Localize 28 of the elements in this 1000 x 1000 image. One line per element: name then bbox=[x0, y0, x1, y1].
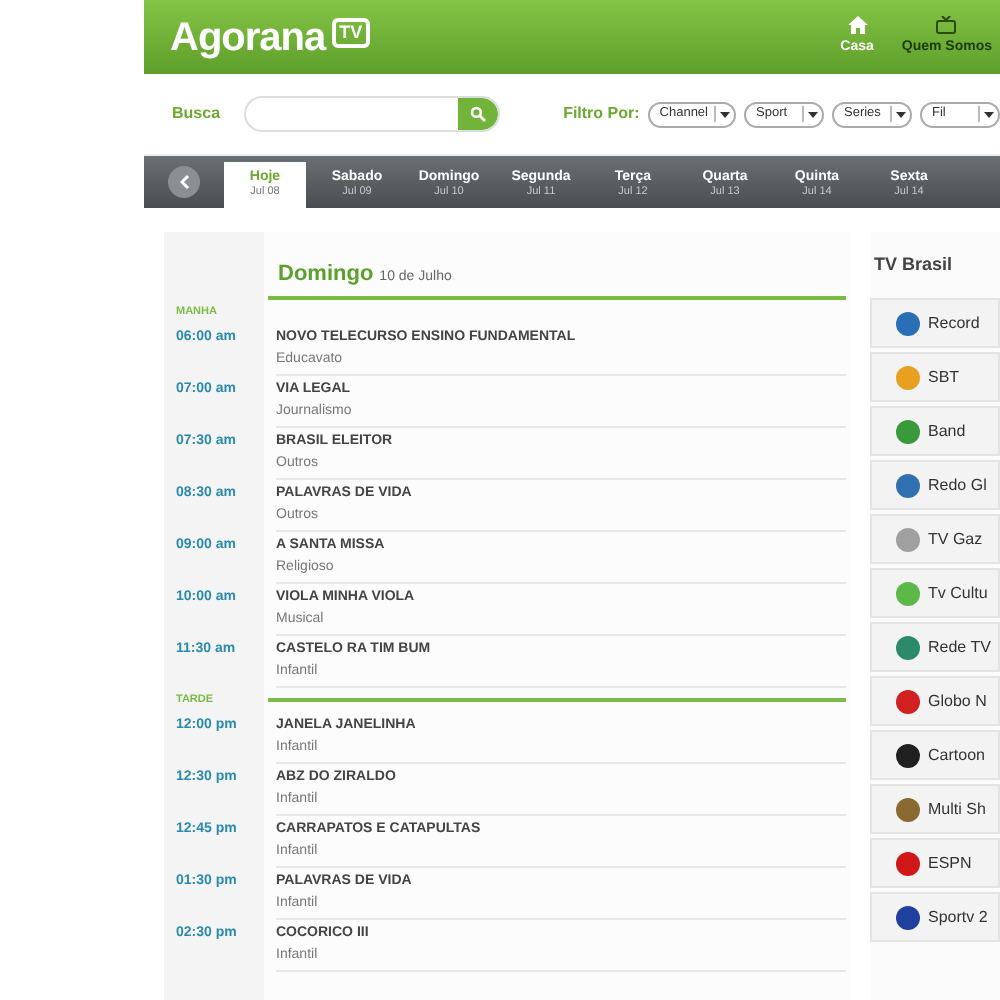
caret-icon bbox=[984, 111, 994, 117]
channel-item[interactable]: Cartoon bbox=[870, 730, 1000, 780]
channel-item[interactable]: Globo N bbox=[870, 676, 1000, 726]
channel-item[interactable]: ESPN bbox=[870, 838, 1000, 888]
channel-item[interactable]: Sportv 2 bbox=[870, 892, 1000, 942]
channel-item[interactable]: Rede TV bbox=[870, 622, 1000, 672]
back-button[interactable] bbox=[168, 166, 200, 198]
tv-icon bbox=[936, 15, 957, 34]
tv-logo-badge: TV bbox=[331, 18, 371, 48]
search-button[interactable] bbox=[457, 98, 498, 130]
channel-item[interactable]: Redo Gl bbox=[870, 460, 1000, 510]
search-field[interactable] bbox=[244, 96, 500, 132]
channel-item[interactable]: TV Gaz bbox=[870, 514, 1000, 564]
channel-item[interactable]: Multi Sh bbox=[870, 784, 1000, 834]
filter-label: Filtro Por: bbox=[563, 102, 640, 126]
caret-icon bbox=[808, 111, 818, 117]
channels-title: TV Brasil bbox=[872, 251, 955, 278]
channel-item[interactable]: Tv Cultu bbox=[870, 568, 1000, 618]
chevron-left-icon bbox=[179, 174, 189, 190]
caret-icon bbox=[720, 111, 730, 117]
caret-icon bbox=[896, 111, 906, 117]
channel-item[interactable]: Record bbox=[870, 298, 1000, 348]
channel-item[interactable]: Band bbox=[870, 406, 1000, 456]
search-icon bbox=[469, 106, 486, 122]
channel-item[interactable]: SBT bbox=[870, 352, 1000, 402]
schedule-day: Domingo bbox=[278, 257, 374, 290]
search-label: Busca bbox=[172, 102, 223, 126]
home-icon bbox=[847, 15, 867, 34]
